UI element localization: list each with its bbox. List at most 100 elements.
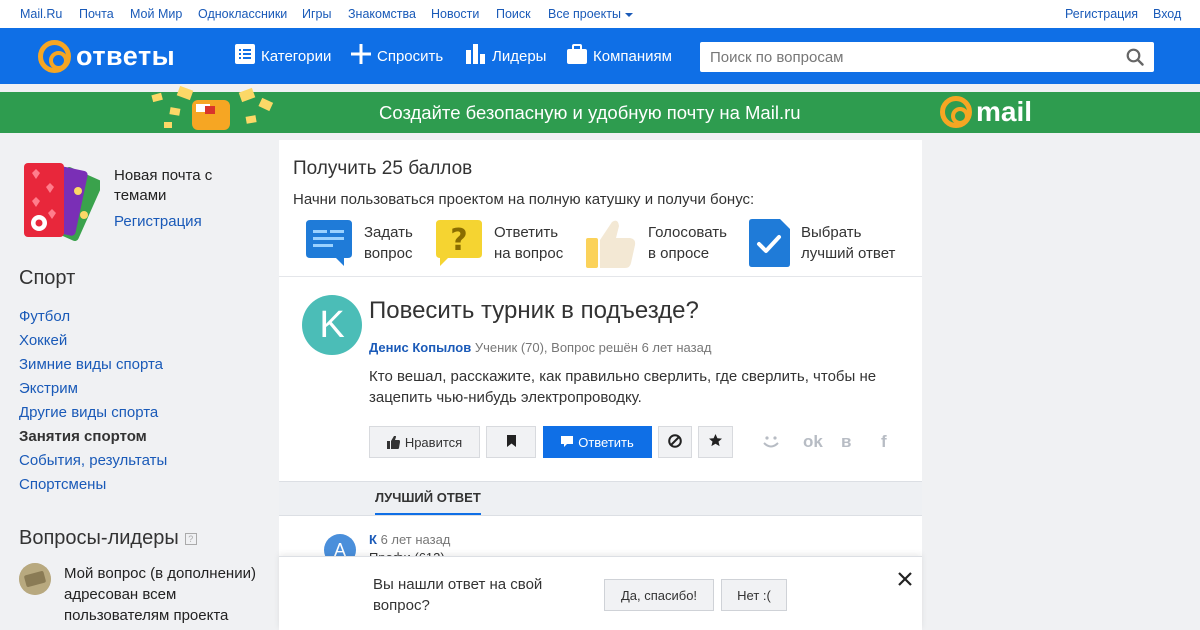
portal-all-projects[interactable]: Все проекты [548, 7, 633, 21]
all-projects-label: Все проекты [548, 7, 621, 21]
search-icon[interactable] [1126, 48, 1144, 71]
category-item-active[interactable]: Занятия спортом [19, 425, 167, 449]
portal-link-mailru[interactable]: Mail.Ru [20, 7, 62, 21]
category-list: Футбол Хоккей Зимние виды спорта Экстрим… [19, 305, 167, 497]
bookmark-button[interactable] [486, 426, 536, 458]
category-heading: Спорт [19, 267, 76, 289]
bonus-answer[interactable]: ? Ответить на вопрос [434, 218, 563, 266]
nav-leaders[interactable]: Лидеры [466, 44, 546, 68]
bonus-ask[interactable]: Задать вопрос [304, 218, 413, 266]
thumbs-up-small-icon [386, 435, 400, 449]
search-box [700, 42, 1154, 72]
category-item[interactable]: Другие виды спорта [19, 401, 167, 425]
question-title: Повесить турник в подъезде? [369, 297, 699, 324]
nav-companies-label: Компаниям [593, 47, 672, 65]
tab-best-answer[interactable]: ЛУЧШИЙ ОТВЕТ [375, 490, 481, 515]
category-item[interactable]: Футбол [19, 305, 167, 329]
category-item[interactable]: Спортсмены [19, 473, 167, 497]
at-mail-icon [940, 96, 972, 128]
odnoklassniki-share-icon[interactable]: ok [803, 432, 823, 452]
feedback-yes-button[interactable]: Да, спасибо! [604, 579, 714, 611]
list-icon [235, 44, 255, 68]
category-item[interactable]: Экстрим [19, 377, 167, 401]
portal-link-novosti[interactable]: Новости [431, 7, 479, 21]
category-item[interactable]: Зимние виды спорта [19, 353, 167, 377]
answer-time: 6 лет назад [380, 532, 451, 547]
answer-meta: К 6 лет назад [369, 532, 450, 547]
chevron-down-icon [624, 12, 633, 17]
feedback-question: Вы нашли ответ на свой вопрос? [373, 576, 543, 614]
portal-link-znakomstva[interactable]: Знакомства [348, 7, 416, 21]
otvety-logo[interactable]: ответы [38, 39, 175, 73]
report-button[interactable] [658, 426, 692, 458]
question-author-link[interactable]: Денис Копылов [369, 340, 471, 355]
star-icon [709, 434, 722, 450]
mail-logo: mail [940, 96, 1032, 128]
nav-ask-label: Спросить [377, 47, 444, 65]
mail-promo-banner[interactable]: Создайте безопасную и удобную почту на M… [0, 86, 1200, 133]
nav-ask[interactable]: Спросить [351, 44, 443, 68]
bar-chart-icon [466, 44, 486, 68]
mailbox-envelopes-icon [151, 86, 274, 130]
nav-companies[interactable]: Компаниям [567, 44, 672, 68]
banner-text: Создайте безопасную и удобную почту на M… [379, 102, 801, 123]
thumbs-up-icon [586, 220, 636, 268]
answer-button[interactable]: Ответить [543, 426, 652, 458]
answer-label: Ответить [578, 434, 634, 450]
checked-document-icon [749, 219, 790, 267]
leader-question-link[interactable]: Мой вопрос (в дополнении) адресован всем… [64, 563, 264, 626]
feedback-no-button[interactable]: Нет :( [721, 579, 787, 611]
question-bubble-icon: ? [436, 220, 482, 266]
bonus-vote[interactable]: Голосовать в опросе [584, 218, 727, 270]
portal-link-poisk[interactable]: Поиск [496, 7, 531, 21]
sidebar: Новая почта с темами Регистрация Спорт Ф… [0, 133, 278, 630]
logo-text: ответы [76, 40, 176, 71]
promo-title: Новая почта с темами [114, 167, 213, 204]
feedback-bar: Вы нашли ответ на свой вопрос? Да, спаси… [279, 556, 922, 630]
like-button[interactable]: Нравится [369, 426, 480, 458]
promo-register-link[interactable]: Регистрация [114, 213, 202, 230]
divider [279, 276, 922, 277]
bonus-choose[interactable]: Выбрать лучший ответ [747, 218, 895, 268]
mymir-share-icon[interactable] [762, 432, 780, 455]
portal-link-moy-mir[interactable]: Мой Мир [130, 7, 182, 21]
answers-tabs: ЛУЧШИЙ ОТВЕТ [279, 481, 922, 516]
portal-link-pochta[interactable]: Почта [79, 7, 114, 21]
bonus-title: Получить 25 баллов [293, 158, 473, 179]
nav-categories-label: Категории [261, 47, 332, 65]
portal-bar: Mail.Ru Почта Мой Мир Одноклассники Игры… [0, 0, 1200, 28]
block-icon [668, 433, 682, 451]
question-text: Кто вешал, расскажите, как правильно све… [369, 368, 877, 406]
mail-brand-text: mail [976, 96, 1033, 127]
facebook-share-icon[interactable]: f [881, 432, 887, 452]
answer-author-link[interactable]: К [369, 532, 377, 547]
question-author-avatar[interactable]: K [302, 295, 362, 355]
portal-link-odnoklassniki[interactable]: Одноклассники [198, 7, 287, 21]
nav-categories[interactable]: Категории [235, 44, 331, 68]
bookmark-icon [506, 434, 517, 450]
help-icon[interactable]: ? [184, 532, 197, 545]
nav-leaders-label: Лидеры [492, 47, 547, 65]
themes-palette-icon[interactable] [22, 161, 100, 243]
bonus-vote-line1: Голосовать [648, 224, 727, 241]
site-header: ответы Категории Спросить Лидеры Компани… [0, 28, 1200, 84]
search-input[interactable] [700, 42, 1120, 72]
bonus-choose-line2: лучший ответ [801, 245, 896, 262]
bonus-choose-line1: Выбрать [801, 224, 862, 241]
bonus-ask-line2: вопрос [364, 245, 413, 262]
leader-avatar[interactable] [19, 563, 51, 595]
vk-share-icon[interactable]: в [841, 432, 851, 452]
portal-login-link[interactable]: Вход [1153, 7, 1181, 21]
favorite-button[interactable] [698, 426, 733, 458]
category-item[interactable]: Хоккей [19, 329, 167, 353]
portal-register-link[interactable]: Регистрация [1065, 7, 1138, 21]
briefcase-icon [567, 44, 587, 68]
bonus-ask-line1: Задать [364, 224, 413, 241]
bonus-answer-line1: Ответить [494, 224, 559, 241]
category-item[interactable]: События, результаты [19, 449, 167, 473]
portal-link-igry[interactable]: Игры [302, 7, 331, 21]
close-icon[interactable] [898, 566, 912, 592]
at-logo-icon [38, 39, 71, 73]
leaders-heading: Вопросы-лидеры? [19, 527, 197, 550]
question-meta: Денис Копылов Ученик (70), Вопрос решён … [369, 340, 711, 355]
